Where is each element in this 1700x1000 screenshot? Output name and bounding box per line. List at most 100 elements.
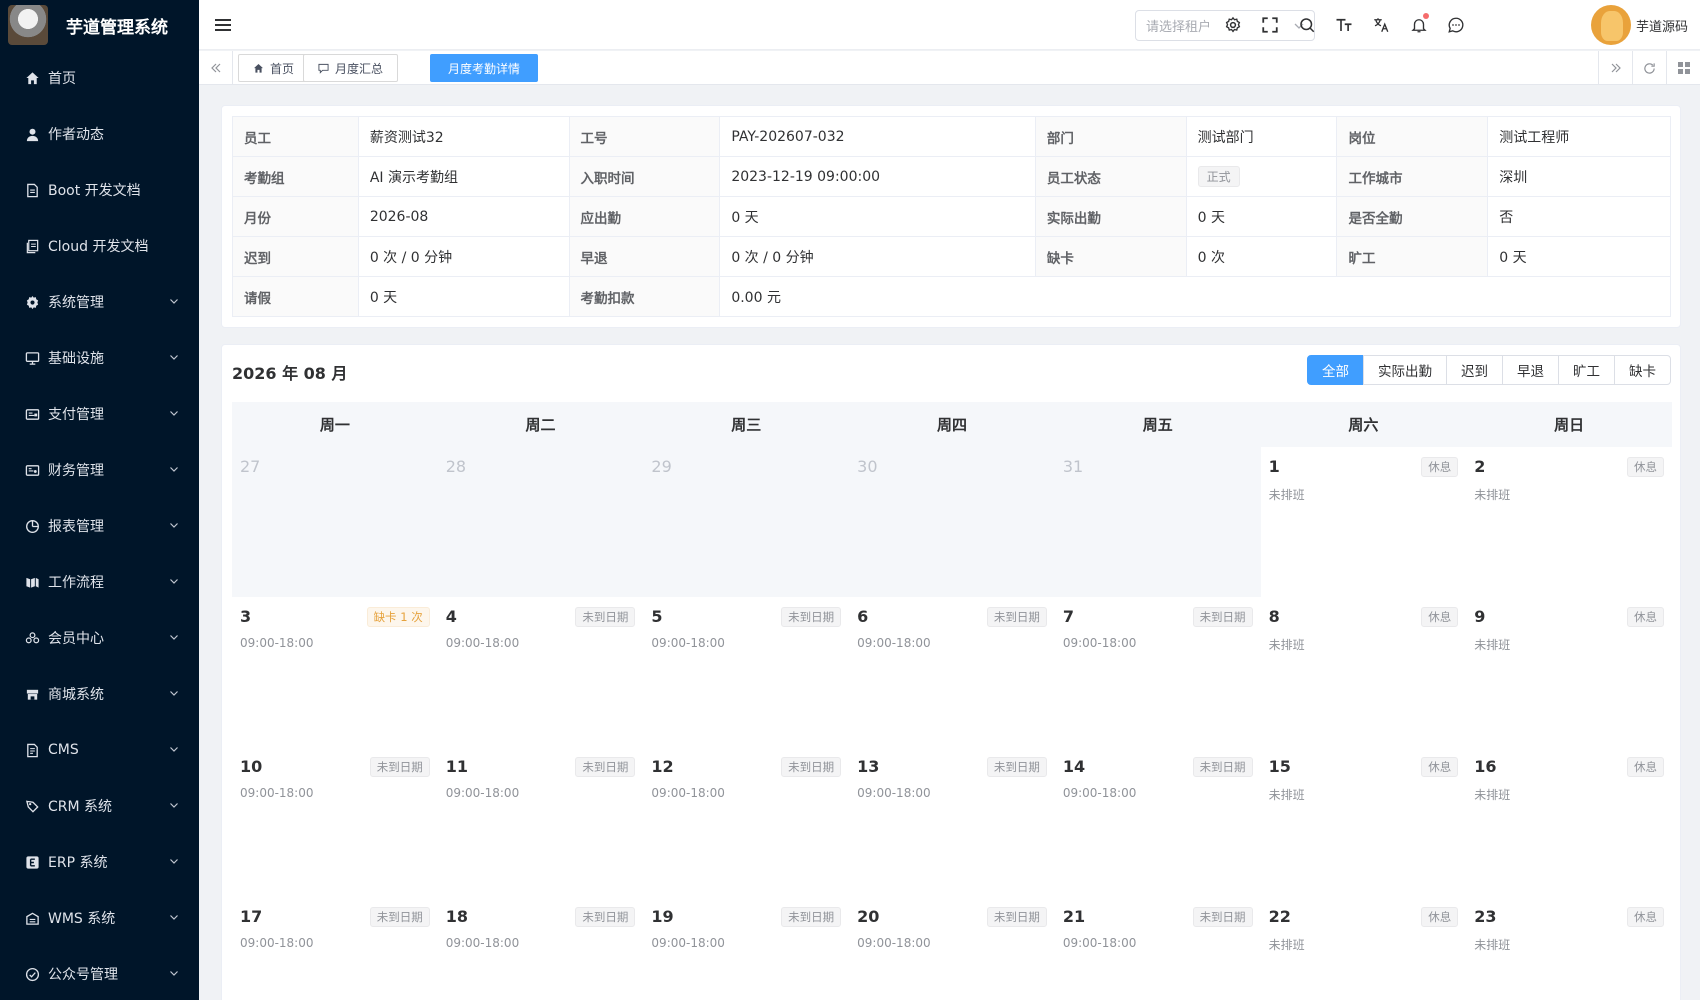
app-title: 芋道管理系统 (66, 17, 168, 38)
calendar-day-cell[interactable]: 10 未到日期 09:00-18:00 (232, 747, 438, 897)
calendar-day-cell[interactable]: 1 休息 未排班 (1261, 447, 1467, 597)
sidebar-item-0[interactable]: 首页 (0, 50, 199, 106)
filter-button-5[interactable]: 缺卡 (1614, 355, 1671, 385)
sidebar-item-14[interactable]: ERP 系统 (0, 834, 199, 890)
search-icon[interactable] (1296, 14, 1318, 36)
sidebar-item-label: WMS 系统 (48, 911, 116, 927)
day-shift-text: 09:00-18:00 (1062, 936, 1137, 950)
font-size-icon[interactable] (1333, 14, 1355, 36)
chat-icon (318, 63, 335, 74)
day-shift-text: 09:00-18:00 (651, 936, 725, 950)
calendar-day-cell[interactable]: 23 休息 未排班 (1466, 897, 1672, 1000)
calendar-day-cell[interactable]: 27 (232, 447, 438, 597)
scroll-left-icon[interactable] (199, 51, 233, 85)
sidebar-item-13[interactable]: CRM 系统 (0, 778, 199, 834)
filter-button-3[interactable]: 早退 (1502, 355, 1559, 385)
calendar-day-cell[interactable]: 4 未到日期 09:00-18:00 (438, 597, 644, 747)
sidebar-item-label: 公众号管理 (48, 967, 118, 983)
document-icon (24, 182, 40, 198)
user-avatar[interactable] (1591, 5, 1631, 45)
filter-button-4[interactable]: 旷工 (1558, 355, 1615, 385)
refresh-icon[interactable] (1632, 51, 1666, 85)
day-shift-text: 09:00-18:00 (651, 636, 725, 650)
app-logo[interactable]: 芋道管理系统 (0, 0, 199, 50)
sidebar-item-7[interactable]: 财务管理 (0, 442, 199, 498)
calendar-day-cell[interactable]: 21 未到日期 09:00-18:00 (1055, 897, 1261, 1000)
tab-label: 月度汇总 (335, 61, 384, 76)
sidebar-item-10[interactable]: 会员中心 (0, 610, 199, 666)
info-value: 2023-12-19 09:00:00 (719, 156, 1036, 197)
chat-message-icon[interactable] (1445, 14, 1467, 36)
calendar-day-cell[interactable]: 31 (1054, 447, 1261, 597)
settings-gear-icon[interactable] (1222, 14, 1244, 36)
translate-icon[interactable] (1370, 14, 1392, 36)
calendar-day-cell[interactable]: 22 休息 未排班 (1261, 897, 1467, 1000)
info-value: PAY-202607-032 (719, 116, 1036, 157)
fullscreen-icon[interactable] (1259, 14, 1281, 36)
filter-button-0[interactable]: 全部 (1307, 355, 1364, 385)
day-shift-text: 未排班 (1474, 488, 1511, 502)
sidebar-item-2[interactable]: Boot 开发文档 (0, 162, 199, 218)
info-label: 员工 (232, 116, 359, 157)
notification-bell-icon[interactable] (1408, 13, 1430, 36)
day-shift-text: 未排班 (1268, 488, 1305, 502)
calendar-day-cell[interactable]: 14 未到日期 09:00-18:00 (1055, 747, 1261, 897)
filter-button-2[interactable]: 迟到 (1446, 355, 1503, 385)
sidebar-item-1[interactable]: 作者动态 (0, 106, 199, 162)
sidebar-item-4[interactable]: 系统管理 (0, 274, 199, 330)
day-status-badge: 休息 (1421, 757, 1459, 777)
info-label: 入职时间 (568, 156, 721, 197)
sidebar-item-label: 报表管理 (48, 519, 104, 535)
calendar-day-cell[interactable]: 17 未到日期 09:00-18:00 (232, 897, 438, 1000)
calendar-day-cell[interactable]: 30 (849, 447, 1055, 597)
sidebar-item-3[interactable]: Cloud 开发文档 (0, 218, 199, 274)
sidebar-item-16[interactable]: 公众号管理 (0, 946, 199, 1000)
day-number: 28 (445, 457, 467, 476)
calendar-day-cell[interactable]: 18 未到日期 09:00-18:00 (438, 897, 644, 1000)
tab-1[interactable]: 月度汇总 (303, 54, 399, 82)
hamburger-menu-icon[interactable] (213, 15, 233, 35)
calendar-day-cell[interactable]: 19 未到日期 09:00-18:00 (643, 897, 849, 1000)
sidebar-item-11[interactable]: 商城系统 (0, 666, 199, 722)
tab-2[interactable]: 月度考勤详情 (430, 54, 539, 82)
day-shift-text: 未排班 (1474, 788, 1511, 802)
calendar-day-cell[interactable]: 16 休息 未排班 (1466, 747, 1672, 897)
sidebar-item-9[interactable]: 工作流程 (0, 554, 199, 610)
sidebar-item-8[interactable]: 报表管理 (0, 498, 199, 554)
calendar-day-cell[interactable]: 2 休息 未排班 (1466, 447, 1672, 597)
sidebar-item-label: 作者动态 (48, 127, 104, 143)
calendar-day-cell[interactable]: 12 未到日期 09:00-18:00 (643, 747, 849, 897)
calendar-day-cell[interactable]: 9 休息 未排班 (1466, 597, 1672, 747)
scroll-right-icon[interactable] (1598, 51, 1632, 85)
sidebar-item-6[interactable]: 支付管理 (0, 386, 199, 442)
calendar-day-cell[interactable]: 3 缺卡 1 次 09:00-18:00 (232, 597, 438, 747)
sidebar-item-5[interactable]: 基础设施 (0, 330, 199, 386)
calendar-day-cell[interactable]: 15 休息 未排班 (1261, 747, 1467, 897)
calendar-day-cell[interactable]: 5 未到日期 09:00-18:00 (643, 597, 849, 747)
day-status-badge: 未到日期 (369, 757, 430, 777)
sidebar-item-15[interactable]: WMS 系统 (0, 890, 199, 946)
tab-0[interactable]: 首页 (238, 54, 310, 82)
calendar-day-cell[interactable]: 20 未到日期 09:00-18:00 (849, 897, 1055, 1000)
calendar-day-cell[interactable]: 7 未到日期 09:00-18:00 (1055, 597, 1261, 747)
calendar-day-cell[interactable]: 13 未到日期 09:00-18:00 (849, 747, 1055, 897)
info-label: 部门 (1034, 116, 1187, 157)
tab-label: 月度考勤详情 (448, 61, 521, 76)
day-status-badge: 未到日期 (986, 607, 1047, 627)
grid-menu-icon[interactable] (1666, 51, 1700, 85)
calendar-day-cell[interactable]: 29 (643, 447, 850, 597)
user-name[interactable]: 芋道源码 (1636, 16, 1688, 35)
day-status-badge: 休息 (1421, 607, 1459, 627)
day-status-badge: 未到日期 (781, 907, 842, 927)
notification-dot (1423, 13, 1429, 19)
day-status-badge: 未到日期 (986, 757, 1047, 777)
calendar-day-cell[interactable]: 6 未到日期 09:00-18:00 (849, 597, 1055, 747)
warehouse-icon (24, 910, 40, 926)
calendar-day-cell[interactable]: 11 未到日期 09:00-18:00 (438, 747, 644, 897)
sidebar-item-12[interactable]: CMS (0, 722, 199, 778)
calendar-day-cell[interactable]: 8 休息 未排班 (1261, 597, 1467, 747)
day-status-badge: 未到日期 (575, 607, 636, 627)
info-value: 薪资测试32 (357, 116, 570, 157)
filter-button-1[interactable]: 实际出勤 (1363, 355, 1447, 385)
calendar-day-cell[interactable]: 28 (437, 447, 644, 597)
